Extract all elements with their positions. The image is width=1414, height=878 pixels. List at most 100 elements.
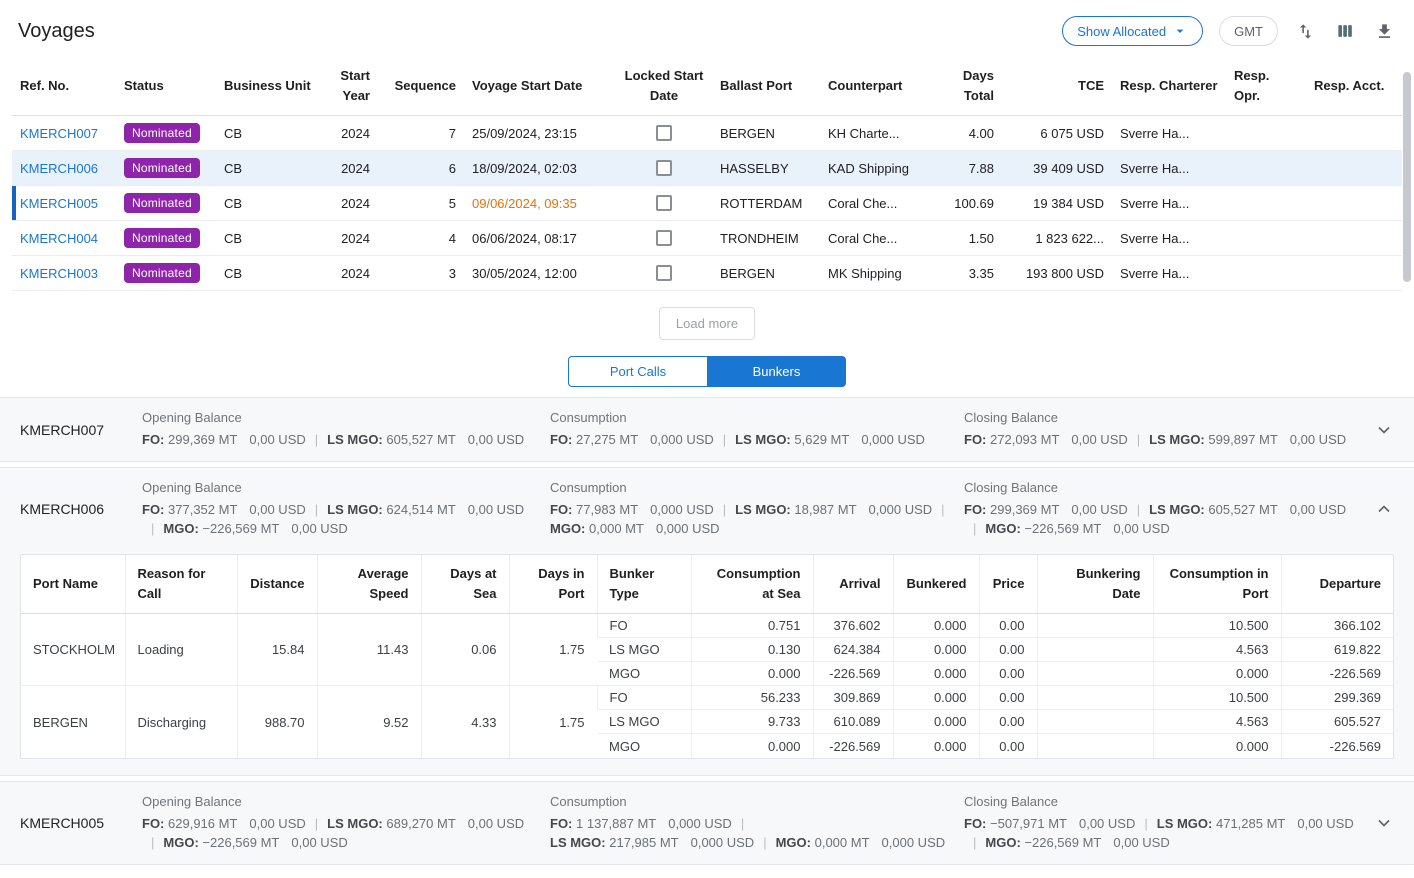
- col-consumption-at-sea: Consumption at Sea: [691, 555, 813, 614]
- resp-acct-cell: [1306, 221, 1402, 256]
- counterpart-cell: Coral Che...: [820, 221, 938, 256]
- locked-start-date-checkbox[interactable]: [656, 195, 672, 211]
- fuel-balance: FO: 77,983 MT0,000 USD: [550, 500, 714, 519]
- col-sequence[interactable]: Sequence: [378, 56, 464, 116]
- col-voyage-start-date[interactable]: Voyage Start Date: [464, 56, 616, 116]
- fuel-balance: LS MGO: 18,987 MT0,000 USD: [735, 500, 932, 519]
- table-row[interactable]: KMERCH003 Nominated CB 2024 3 30/05/2024…: [12, 256, 1402, 291]
- load-more-container: Load more: [0, 291, 1414, 352]
- voyage-ref-link[interactable]: KMERCH007: [20, 126, 98, 141]
- accordion-header[interactable]: KMERCH006 Opening Balance |FO: 377,352 M…: [0, 468, 1414, 550]
- sequence-cell: 7: [378, 116, 464, 151]
- table-row[interactable]: KMERCH007 Nominated CB 2024 7 25/09/2024…: [12, 116, 1402, 151]
- bunkering-date-cell: [1037, 686, 1153, 710]
- scrollbar-thumb[interactable]: [1403, 72, 1411, 282]
- resp-charterer-cell: Sverre Ha...: [1112, 256, 1226, 291]
- fuel-balance: MGO: −226,569 MT0,00 USD: [985, 833, 1169, 852]
- voyage-ref-link[interactable]: KMERCH003: [20, 266, 98, 281]
- col-average-speed: Average Speed: [317, 555, 421, 614]
- tab-port-calls[interactable]: Port Calls: [568, 356, 707, 387]
- ballast-port-cell: BERGEN: [712, 116, 820, 151]
- resp-charterer-cell: Sverre Ha...: [1112, 151, 1226, 186]
- gmt-button[interactable]: GMT: [1219, 16, 1278, 46]
- departure-cell: 605.527: [1281, 710, 1393, 734]
- locked-start-date-checkbox[interactable]: [656, 265, 672, 281]
- counterpart-cell: KAD Shipping: [820, 151, 938, 186]
- col-start-year[interactable]: Start Year: [328, 56, 378, 116]
- columns-icon[interactable]: [1333, 19, 1357, 43]
- locked-start-date-checkbox[interactable]: [656, 125, 672, 141]
- col-resp-charterer[interactable]: Resp. Charterer: [1112, 56, 1226, 116]
- col-resp-opr[interactable]: Resp. Opr.: [1226, 56, 1306, 116]
- chevron-down-icon[interactable]: [1374, 420, 1394, 440]
- business-unit-cell: CB: [216, 221, 328, 256]
- bunker-type-cell: MGO: [597, 662, 691, 686]
- cons-sea-cell: 0.130: [691, 638, 813, 662]
- locked-start-date-checkbox[interactable]: [656, 230, 672, 246]
- col-business-unit[interactable]: Business Unit: [216, 56, 328, 116]
- table-scrollbar[interactable]: [1403, 72, 1411, 298]
- fuel-balance: LS MGO: 689,270 MT0,00 USD: [327, 814, 524, 833]
- voyage-start-date-cell: 18/09/2024, 02:03: [464, 151, 616, 186]
- resp-acct-cell: [1306, 186, 1402, 221]
- resp-opr-cell: [1226, 116, 1306, 151]
- bunker-detail-table: Port Name Reason for Call Distance Avera…: [21, 555, 1393, 758]
- chevron-down-icon: [1172, 23, 1188, 39]
- col-locked-start-date[interactable]: Locked Start Date: [616, 56, 712, 116]
- voyage-ref-link[interactable]: KMERCH006: [20, 161, 98, 176]
- price-cell: 0.00: [979, 734, 1037, 758]
- voyage-start-date-cell: 30/05/2024, 12:00: [464, 256, 616, 291]
- tce-cell: 6 075 USD: [1002, 116, 1112, 151]
- col-port-name: Port Name: [21, 555, 125, 614]
- voyage-ref-link[interactable]: KMERCH004: [20, 231, 98, 246]
- voyage-ref-link[interactable]: KMERCH005: [20, 196, 98, 211]
- price-cell: 0.00: [979, 662, 1037, 686]
- table-row[interactable]: KMERCH004 Nominated CB 2024 4 06/06/2024…: [12, 221, 1402, 256]
- accordion-header[interactable]: KMERCH005 Opening Balance |FO: 629,916 M…: [0, 782, 1414, 864]
- col-departure: Departure: [1281, 555, 1393, 614]
- chevron-down-icon[interactable]: [1374, 813, 1394, 833]
- accordion-header[interactable]: KMERCH007 Opening Balance |FO: 299,369 M…: [0, 398, 1414, 461]
- fuel-balance: MGO: −226,569 MT0,00 USD: [163, 519, 347, 538]
- col-counterpart[interactable]: Counterpart: [820, 56, 938, 116]
- cons-port-cell: 4.563: [1153, 710, 1281, 734]
- resp-acct-cell: [1306, 256, 1402, 291]
- col-ballast-port[interactable]: Ballast Port: [712, 56, 820, 116]
- bunker-accordion-kmerch007: KMERCH007 Opening Balance |FO: 299,369 M…: [0, 397, 1414, 462]
- locked-start-date-checkbox[interactable]: [656, 160, 672, 176]
- sort-icon[interactable]: [1294, 20, 1317, 43]
- bunkered-cell: 0.000: [893, 638, 979, 662]
- show-allocated-label: Show Allocated: [1077, 24, 1166, 39]
- col-status[interactable]: Status: [116, 56, 216, 116]
- fuel-balance: LS MGO: 605,527 MT0,00 USD: [327, 430, 524, 449]
- table-row[interactable]: KMERCH005 Nominated CB 2024 5 09/06/2024…: [12, 186, 1402, 221]
- col-tce[interactable]: TCE: [1002, 56, 1112, 116]
- col-ref-no[interactable]: Ref. No.: [12, 56, 116, 116]
- load-more-button[interactable]: Load more: [659, 307, 755, 340]
- sequence-cell: 4: [378, 221, 464, 256]
- col-resp-acct[interactable]: Resp. Acct.: [1306, 56, 1402, 116]
- col-days-total[interactable]: Days Total: [938, 56, 1002, 116]
- cons-port-cell: 0.000: [1153, 662, 1281, 686]
- status-badge: Nominated: [124, 158, 200, 178]
- consumption-group: Consumption |FO: 1 137,887 MT0,000 USD|L…: [550, 794, 964, 852]
- port-name-cell: STOCKHOLM: [21, 614, 125, 686]
- fuel-balance: MGO: 0,000 MT0,000 USD: [776, 833, 946, 852]
- resp-opr-cell: [1226, 221, 1306, 256]
- business-unit-cell: CB: [216, 186, 328, 221]
- departure-cell: 619.822: [1281, 638, 1393, 662]
- closing-balance-group: Closing Balance |FO: 299,369 MT0,00 USD|…: [964, 480, 1364, 538]
- cons-sea-cell: 0.000: [691, 662, 813, 686]
- page-title: Voyages: [18, 20, 95, 43]
- tab-bunkers[interactable]: Bunkers: [707, 356, 846, 387]
- col-days-in-port: Days in Port: [509, 555, 597, 614]
- col-days-at-sea: Days at Sea: [421, 555, 509, 614]
- start-year-cell: 2024: [328, 256, 378, 291]
- fuel-balance: FO: 377,352 MT0,00 USD: [142, 500, 306, 519]
- download-icon[interactable]: [1373, 20, 1396, 43]
- table-row[interactable]: KMERCH006 Nominated CB 2024 6 18/09/2024…: [12, 151, 1402, 186]
- voyages-header-row: Ref. No. Status Business Unit Start Year…: [12, 56, 1402, 116]
- closing-balance-group: Closing Balance |FO: 272,093 MT0,00 USD|…: [964, 410, 1364, 449]
- show-allocated-dropdown[interactable]: Show Allocated: [1062, 16, 1203, 46]
- chevron-up-icon[interactable]: [1374, 499, 1394, 519]
